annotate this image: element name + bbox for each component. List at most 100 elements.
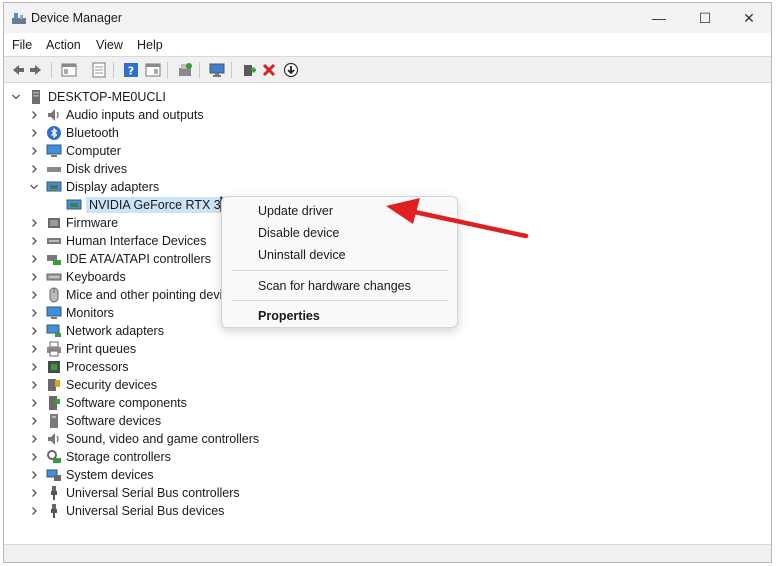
keyboard-icon [46,269,62,285]
resources-button[interactable] [144,61,162,79]
tree-item-processors[interactable]: Processors [28,358,129,376]
scan-hardware-button[interactable] [176,61,194,79]
chevron-right-icon[interactable] [28,412,40,430]
chevron-right-icon[interactable] [28,466,40,484]
help-button[interactable]: ? [122,61,140,79]
chevron-right-icon[interactable] [28,124,40,142]
tree-item-hid[interactable]: Human Interface Devices [28,232,206,250]
close-button[interactable]: ✕ [726,3,772,33]
tree-item-audio[interactable]: Audio inputs and outputs [28,106,204,124]
tree-item-firmware[interactable]: Firmware [28,214,118,232]
scan-hardware-icon [179,63,192,76]
tree-item-sound[interactable]: Sound, video and game controllers [28,430,259,448]
tree-item-label: Computer [66,144,121,158]
chevron-right-icon[interactable] [28,232,40,250]
menu-action[interactable]: Action [46,38,81,52]
computer-icon [46,143,62,159]
tree-item-usb-controllers[interactable]: Universal Serial Bus controllers [28,484,240,502]
back-button[interactable] [8,61,26,79]
chevron-right-icon[interactable] [28,160,40,178]
monitor-button[interactable] [208,61,226,79]
tree-item-disk-drives[interactable]: Disk drives [28,160,127,178]
tree-item-label: Audio inputs and outputs [66,108,204,122]
tree-item-security[interactable]: Security devices [28,376,157,394]
bluetooth-icon [46,125,62,141]
chevron-right-icon[interactable] [28,448,40,466]
chevron-right-icon[interactable] [28,394,40,412]
tree-item-print-queues[interactable]: Print queues [28,340,136,358]
tree-item-label: System devices [66,468,154,482]
software-component-icon [46,395,62,411]
tree-root[interactable]: DESKTOP-ME0UCLI [10,88,166,106]
toolbar-separator [167,62,168,78]
chevron-right-icon[interactable] [28,484,40,502]
chevron-right-icon[interactable] [28,286,40,304]
chevron-right-icon[interactable] [28,214,40,232]
chevron-down-icon[interactable] [10,88,22,106]
title-bar: Device Manager — ☐ ✕ [4,3,771,33]
chevron-right-icon[interactable] [28,106,40,124]
maximize-button[interactable]: ☐ [682,3,728,33]
tree-item-mice[interactable]: Mice and other pointing devic [28,286,229,304]
chevron-right-icon[interactable] [28,430,40,448]
monitor-icon [46,305,62,321]
menu-separator [232,300,449,301]
chevron-right-icon[interactable] [28,376,40,394]
display-adapter-icon [46,179,62,195]
menu-item-update-driver[interactable]: Update driver [258,204,333,218]
tree-item-usb-devices[interactable]: Universal Serial Bus devices [28,502,224,520]
ide-icon [46,251,62,267]
chevron-right-icon[interactable] [28,358,40,376]
chevron-right-icon[interactable] [28,322,40,340]
chevron-right-icon[interactable] [28,142,40,160]
tree-item-label: Bluetooth [66,126,119,140]
tree-item-software-devices[interactable]: Software devices [28,412,161,430]
tree-item-system[interactable]: System devices [28,466,154,484]
menu-item-properties[interactable]: Properties [258,309,320,323]
tree-item-label: Software devices [66,414,162,428]
add-driver-button[interactable] [240,61,258,79]
chevron-right-icon[interactable] [28,304,40,322]
menu-item-scan-hardware[interactable]: Scan for hardware changes [258,279,411,293]
tree-root-label: DESKTOP-ME0UCLI [48,90,166,104]
tree-item-computer[interactable]: Computer [28,142,121,160]
printer-icon [46,341,62,357]
menu-bar: File Action View Help [4,33,771,57]
mouse-icon [46,287,62,303]
tree-item-storage[interactable]: Storage controllers [28,448,171,466]
tree-item-ide[interactable]: IDE ATA/ATAPI controllers [28,250,211,268]
tree-item-keyboards[interactable]: Keyboards [28,268,126,286]
tree-item-bluetooth[interactable]: Bluetooth [28,124,119,142]
menu-item-uninstall-device[interactable]: Uninstall device [258,248,346,262]
tree-item-monitors[interactable]: Monitors [28,304,114,322]
minimize-button[interactable]: — [636,3,682,33]
uninstall-button[interactable] [260,61,278,79]
tree-item-display-adapters[interactable]: Display adapters [28,178,159,196]
computer-view-button[interactable] [90,61,108,79]
tree-item-nvidia-gpu[interactable]: NVIDIA GeForce RTX 3080 [66,196,245,214]
forward-button[interactable] [28,61,46,79]
computer-view-icon [92,62,106,78]
chevron-right-icon[interactable] [28,340,40,358]
tree-item-software-components[interactable]: Software components [28,394,187,412]
tree-item-label: Firmware [66,216,119,230]
firmware-icon [46,215,62,231]
properties-pane-button[interactable] [60,61,78,79]
maximize-icon: ☐ [698,9,712,26]
tree-item-label: Keyboards [66,270,126,284]
uninstall-icon [262,63,276,77]
chevron-right-icon[interactable] [28,502,40,520]
menu-item-disable-device[interactable]: Disable device [258,226,339,240]
menu-separator [232,270,449,271]
chevron-right-icon[interactable] [28,250,40,268]
menu-view[interactable]: View [96,38,123,52]
tree-item-network[interactable]: Network adapters [28,322,164,340]
chevron-down-icon[interactable] [28,178,40,196]
update-driver-button[interactable] [282,61,300,79]
sound-icon [46,431,62,447]
menu-help[interactable]: Help [137,38,163,52]
chevron-right-icon[interactable] [28,268,40,286]
storage-icon [46,449,62,465]
toolbar-separator [113,62,114,78]
menu-file[interactable]: File [12,38,32,52]
